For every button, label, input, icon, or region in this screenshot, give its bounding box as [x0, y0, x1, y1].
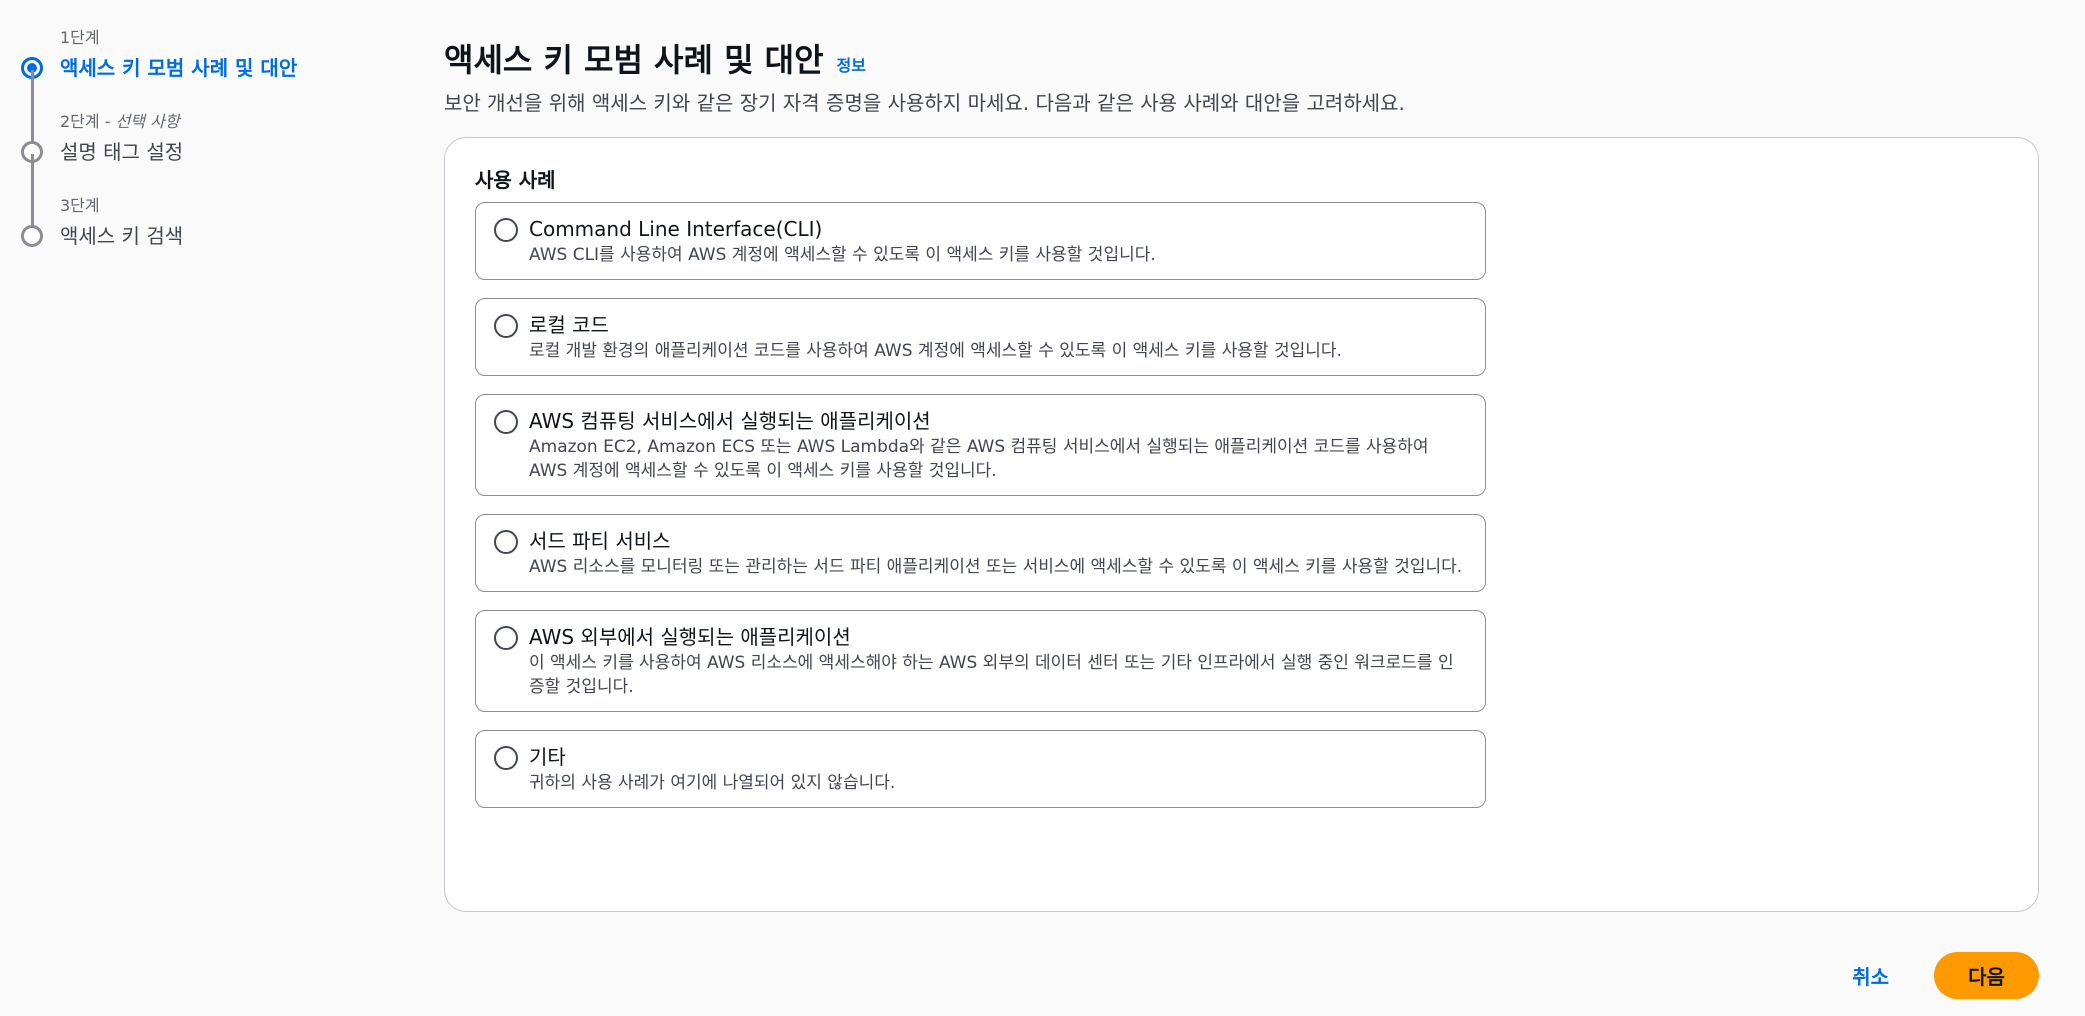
use-case-option-aws-compute[interactable]: AWS 컴퓨팅 서비스에서 실행되는 애플리케이션 Amazon EC2, Am… — [475, 394, 1486, 496]
step-optional-label: 선택 사항 — [115, 112, 180, 131]
option-title: 서드 파티 서비스 — [529, 529, 671, 553]
step-number: 3단계 — [60, 196, 100, 215]
radio-button[interactable] — [494, 410, 518, 434]
option-title: Command Line Interface(CLI) — [529, 217, 823, 241]
form-actions: 취소 다음 — [1852, 952, 2039, 999]
wizard-step-1[interactable]: 1단계 액세스 키 모범 사례 및 대안 — [15, 26, 345, 142]
cancel-button[interactable]: 취소 — [1852, 961, 1889, 990]
wizard-step-3[interactable]: 3단계 액세스 키 검색 — [15, 194, 345, 278]
option-description: 귀하의 사용 사례가 여기에 나열되어 있지 않습니다. — [529, 773, 896, 793]
use-case-container: 사용 사례 Command Line Interface(CLI) AWS CL… — [444, 137, 2039, 912]
radio-button[interactable] — [494, 218, 518, 242]
option-description: 이 액세스 키를 사용하여 AWS 리소스에 액세스해야 하는 AWS 외부의 … — [529, 653, 1454, 697]
option-description: AWS CLI를 사용하여 AWS 계정에 액세스할 수 있도록 이 액세스 키… — [529, 245, 1156, 265]
wizard-steps: 1단계 액세스 키 모범 사례 및 대안 2단계 - 선택 사항 설명 태그 설… — [15, 26, 345, 278]
page-title: 액세스 키 모범 사례 및 대안 — [444, 41, 824, 79]
use-case-option-local-code[interactable]: 로컬 코드 로컬 개발 환경의 애플리케이션 코드를 사용하여 AWS 계정에 … — [475, 298, 1486, 376]
step-title[interactable]: 액세스 키 모범 사례 및 대안 — [60, 54, 345, 82]
option-title: AWS 컴퓨팅 서비스에서 실행되는 애플리케이션 — [529, 409, 931, 433]
step-number: 1단계 — [60, 28, 100, 47]
radio-button[interactable] — [494, 746, 518, 770]
radio-button[interactable] — [494, 314, 518, 338]
step-number: 2단계 - 선택 사항 — [60, 112, 180, 131]
option-title: AWS 외부에서 실행되는 애플리케이션 — [529, 625, 851, 649]
option-description: Amazon EC2, Amazon ECS 또는 AWS Lambda와 같은… — [529, 437, 1429, 481]
page-description: 보안 개선을 위해 액세스 키와 같은 장기 자격 증명을 사용하지 마세요. … — [444, 91, 1405, 115]
next-button[interactable]: 다음 — [1934, 952, 2039, 999]
radio-button[interactable] — [494, 626, 518, 650]
option-title: 로컬 코드 — [529, 313, 609, 337]
info-link[interactable]: 정보 — [837, 52, 866, 76]
option-description: 로컬 개발 환경의 애플리케이션 코드를 사용하여 AWS 계정에 액세스할 수… — [529, 341, 1342, 361]
use-case-label: 사용 사례 — [475, 168, 556, 192]
step-title: 설명 태그 설정 — [60, 140, 184, 164]
option-description: AWS 리소스를 모니터링 또는 관리하는 서드 파티 애플리케이션 또는 서비… — [529, 557, 1463, 577]
use-case-option-cli[interactable]: Command Line Interface(CLI) AWS CLI를 사용하… — [475, 202, 1486, 280]
use-case-option-other[interactable]: 기타 귀하의 사용 사례가 여기에 나열되어 있지 않습니다. — [475, 730, 1486, 808]
main-content: 액세스 키 모범 사례 및 대안 정보 보안 개선을 위해 액세스 키와 같은 … — [444, 38, 2039, 912]
step-pending-indicator-icon — [21, 225, 43, 247]
page-header: 액세스 키 모범 사례 및 대안 정보 — [444, 38, 2039, 82]
use-case-option-third-party[interactable]: 서드 파티 서비스 AWS 리소스를 모니터링 또는 관리하는 서드 파티 애플… — [475, 514, 1486, 592]
radio-button[interactable] — [494, 530, 518, 554]
use-case-option-outside-aws[interactable]: AWS 외부에서 실행되는 애플리케이션 이 액세스 키를 사용하여 AWS 리… — [475, 610, 1486, 712]
step-title: 액세스 키 검색 — [60, 224, 184, 248]
option-title: 기타 — [529, 745, 566, 769]
wizard-step-2[interactable]: 2단계 - 선택 사항 설명 태그 설정 — [15, 110, 345, 226]
